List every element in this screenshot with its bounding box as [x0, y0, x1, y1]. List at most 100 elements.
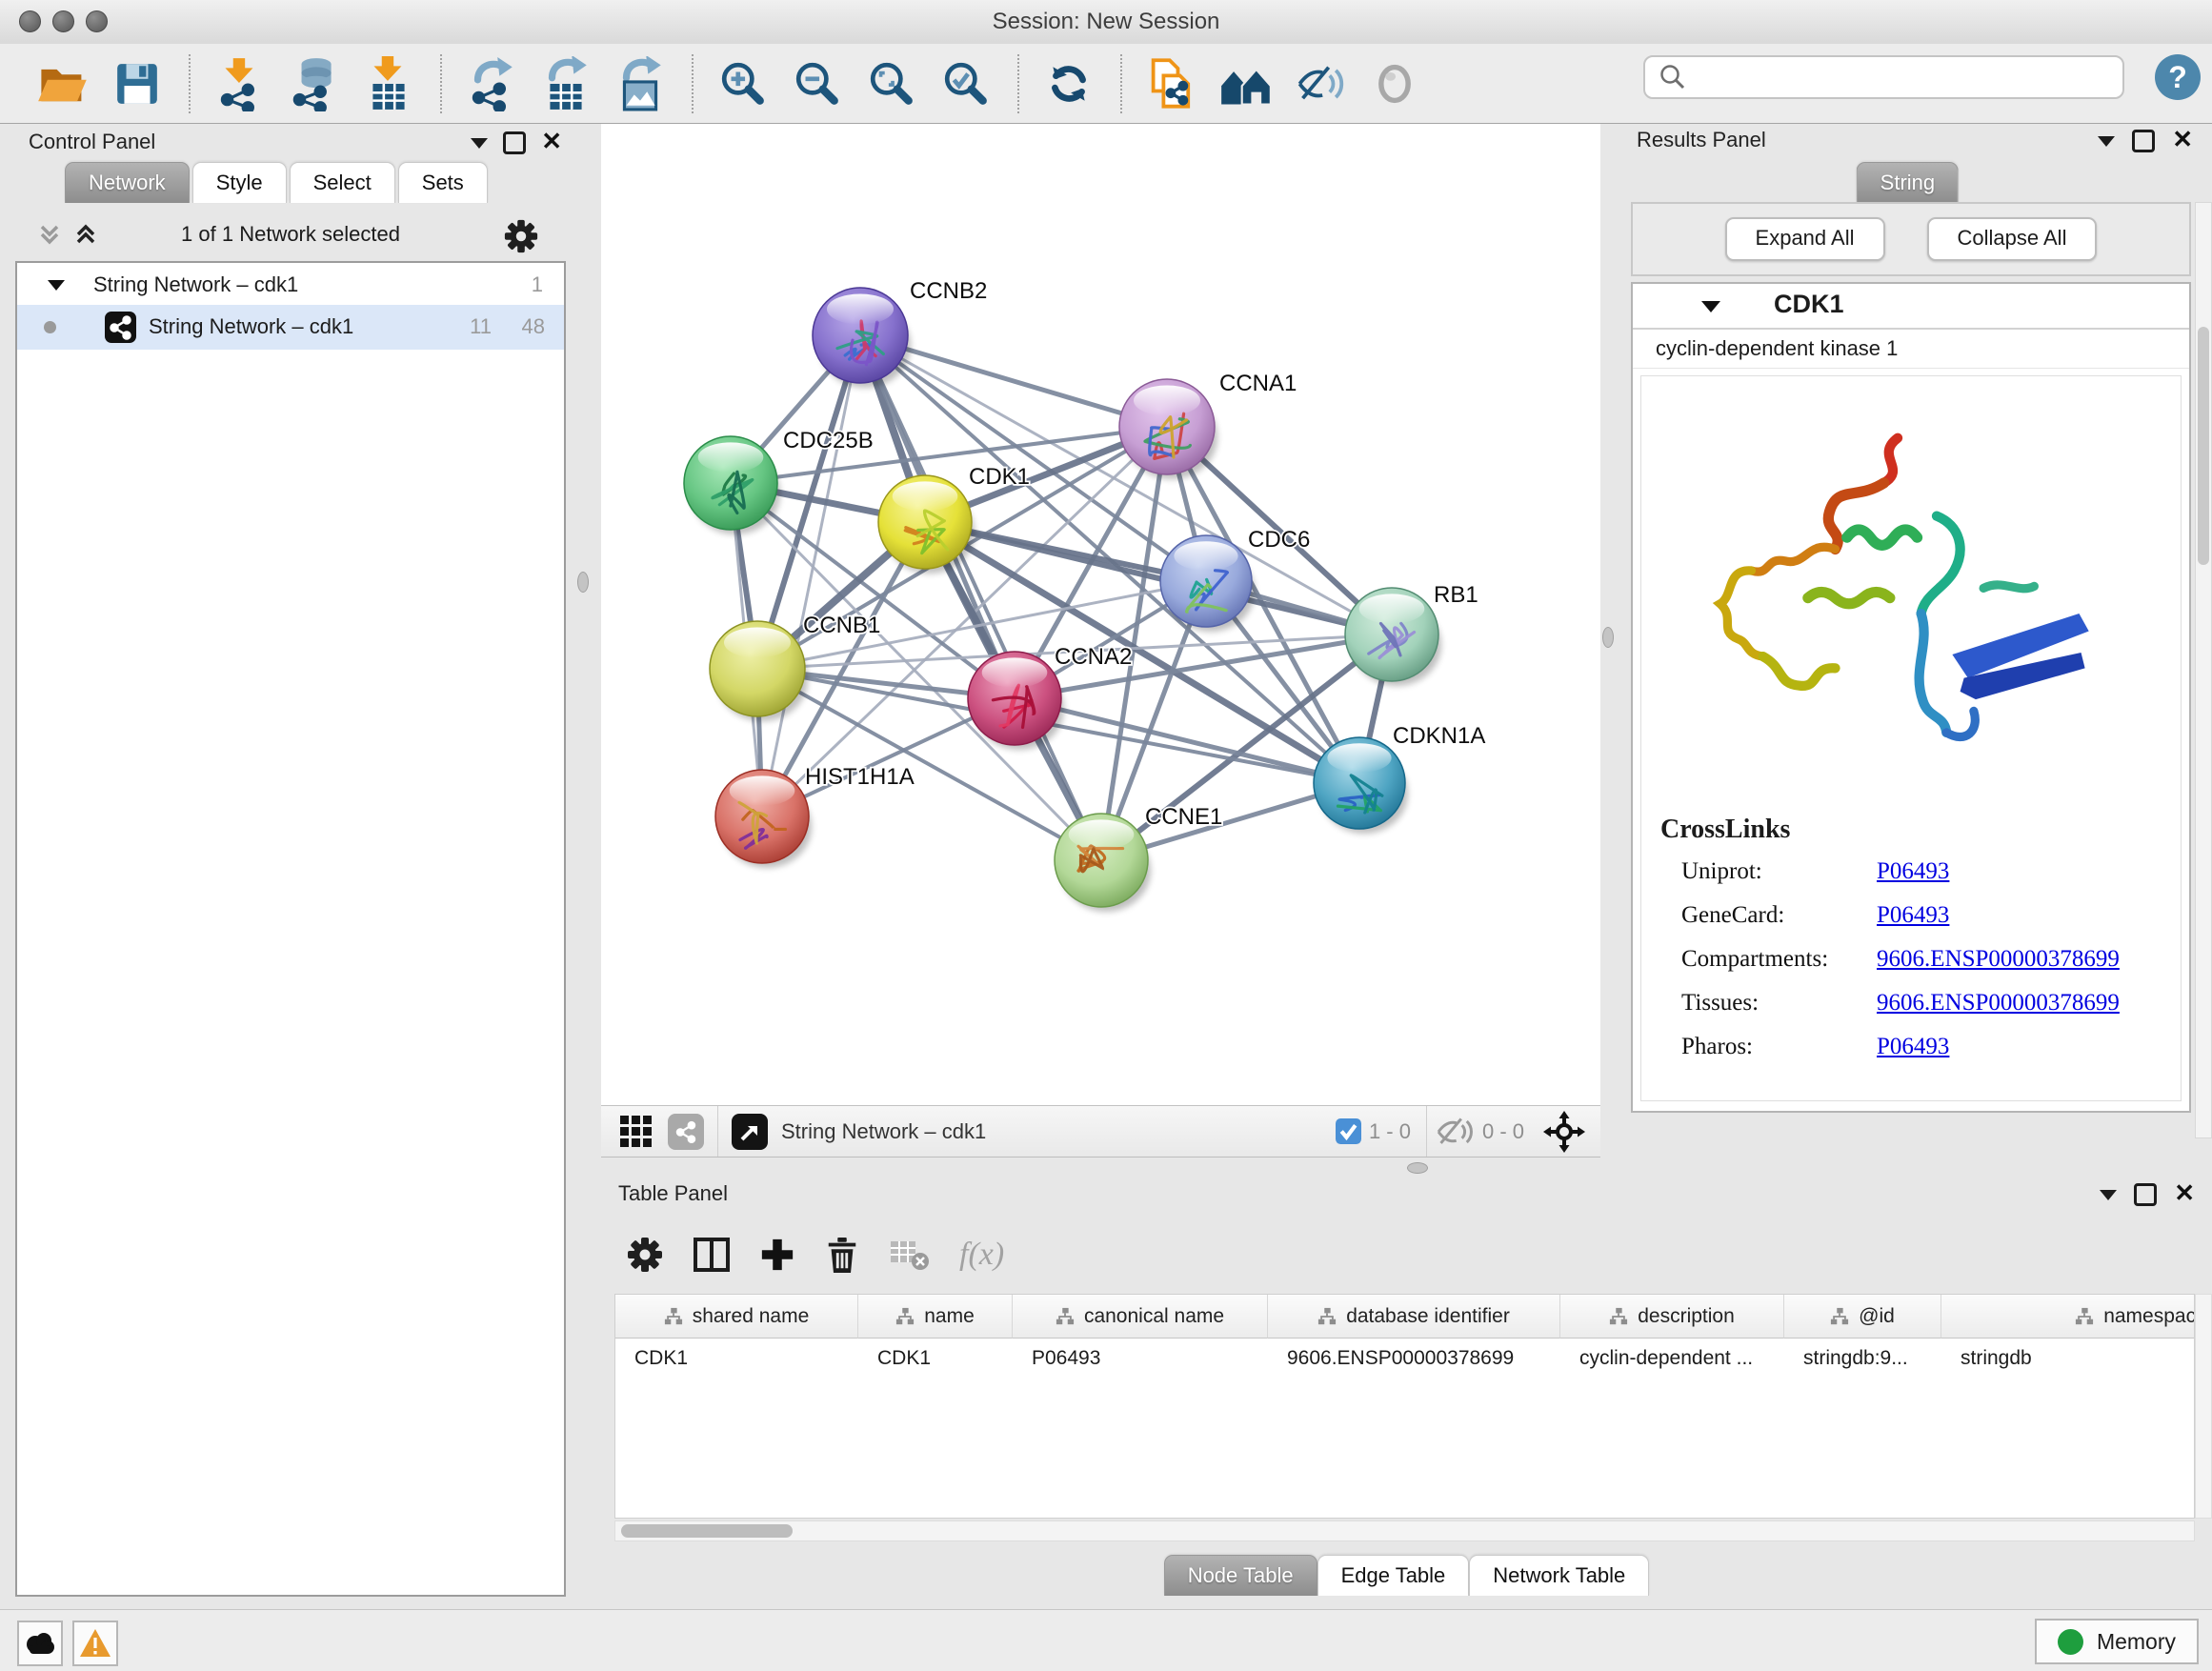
- cloud-icon: [24, 1631, 56, 1656]
- clone-network-button[interactable]: [1141, 51, 1202, 116]
- panel-menu-icon[interactable]: [2100, 1190, 2117, 1200]
- panel-menu-icon[interactable]: [2098, 136, 2115, 147]
- tab-sets[interactable]: Sets: [398, 162, 488, 203]
- selected-checkbox-icon[interactable]: [1336, 1118, 1361, 1144]
- network-node-rb1[interactable]: RB1: [1345, 582, 1478, 686]
- memory-button[interactable]: Memory: [2035, 1619, 2199, 1664]
- network-edge-ccna2-cdkn1a[interactable]: [1015, 698, 1359, 783]
- search-input[interactable]: [1697, 64, 2122, 91]
- table-panel: Table Panel ✕: [601, 1178, 2212, 1601]
- import-table-button[interactable]: [358, 51, 419, 116]
- export-image-button[interactable]: [610, 51, 671, 116]
- network-node-cdkn1a[interactable]: CDKN1A: [1314, 723, 1485, 834]
- horizontal-splitter-grip[interactable]: [1407, 1162, 1428, 1174]
- network-badge-icon[interactable]: [668, 1114, 704, 1150]
- crosslink-value-link[interactable]: 9606.ENSP00000378699: [1877, 946, 2120, 972]
- zoom-selected-button[interactable]: [935, 51, 996, 116]
- panel-close-icon[interactable]: ✕: [541, 128, 562, 154]
- tree-expand-caret-icon[interactable]: [48, 280, 65, 291]
- crosslink-value-link[interactable]: P06493: [1877, 902, 1949, 928]
- crosslink-value-link[interactable]: P06493: [1877, 858, 1949, 884]
- warnings-button[interactable]: [72, 1621, 118, 1666]
- first-neighbors-button[interactable]: [1216, 51, 1277, 116]
- panel-close-icon[interactable]: ✕: [2174, 1179, 2195, 1206]
- export-network-button[interactable]: [461, 51, 522, 116]
- show-columns-icon[interactable]: [693, 1236, 731, 1274]
- gear-icon[interactable]: [626, 1236, 664, 1274]
- tab-network-table[interactable]: Network Table: [1469, 1555, 1649, 1596]
- tab-node-table[interactable]: Node Table: [1164, 1555, 1317, 1596]
- cloud-status-button[interactable]: [17, 1621, 63, 1666]
- show-all-button[interactable]: [1364, 51, 1425, 116]
- gene-section-header[interactable]: CDK1: [1633, 284, 2189, 330]
- column-header-id[interactable]: @id: [1784, 1295, 1941, 1339]
- network-node-hist1h1a[interactable]: HIST1H1A: [715, 764, 915, 868]
- network-node-cdc6[interactable]: CDC6: [1160, 527, 1310, 632]
- column-header-database-identifier[interactable]: database identifier: [1268, 1295, 1560, 1339]
- cell-name: CDK1: [858, 1339, 1013, 1379]
- network-collection-row[interactable]: String Network – cdk1 1: [17, 263, 564, 305]
- gear-icon[interactable]: [503, 218, 539, 254]
- import-network-button[interactable]: [210, 51, 271, 116]
- tab-select[interactable]: Select: [290, 162, 395, 203]
- crosslink-value-link[interactable]: 9606.ENSP00000378699: [1877, 990, 2120, 1016]
- network-node-ccnb1[interactable]: CCNB1: [710, 613, 880, 721]
- open-session-button[interactable]: [32, 51, 93, 116]
- network-edge-cdk1-rb1[interactable]: [925, 522, 1392, 634]
- string-network-icon: [105, 312, 136, 343]
- column-header-shared-name[interactable]: shared name: [615, 1295, 858, 1339]
- table-vertical-scrollbar[interactable]: [2195, 1294, 2212, 1519]
- tab-edge-table[interactable]: Edge Table: [1317, 1555, 1470, 1596]
- import-network-from-database-button[interactable]: [284, 51, 345, 116]
- delete-column-trash-icon[interactable]: [824, 1235, 860, 1275]
- network-edge-count: 48: [522, 314, 545, 339]
- results-scrollbar[interactable]: [2195, 202, 2212, 1138]
- add-column-icon[interactable]: [759, 1237, 795, 1273]
- help-button[interactable]: ?: [2155, 54, 2201, 100]
- panel-close-icon[interactable]: ✕: [2172, 126, 2193, 152]
- panel-menu-icon[interactable]: [471, 138, 488, 149]
- warning-icon: [79, 1628, 111, 1659]
- collapse-all-button[interactable]: Collapse All: [1927, 217, 2098, 261]
- export-table-button[interactable]: [535, 51, 596, 116]
- zoom-out-button[interactable]: [787, 51, 848, 116]
- column-header-namespace[interactable]: namespace: [1941, 1295, 2195, 1339]
- hide-selected-button[interactable]: [1290, 51, 1351, 116]
- tab-network[interactable]: Network: [65, 162, 190, 203]
- table-horizontal-scrollbar-thumb[interactable]: [621, 1524, 793, 1538]
- birds-eye-crosshair-icon[interactable]: [1543, 1111, 1585, 1153]
- panel-float-icon[interactable]: [503, 131, 526, 154]
- vertical-splitter-grip[interactable]: [577, 572, 589, 593]
- section-collapse-caret-icon[interactable]: [1701, 301, 1720, 312]
- table-row[interactable]: CDK1CDK1P064939606.ENSP00000378699cyclin…: [615, 1339, 2194, 1379]
- table-horizontal-scrollbar[interactable]: [614, 1520, 2195, 1541]
- cell-canonical-name: P06493: [1013, 1339, 1268, 1379]
- results-panel-header: Results Panel ✕: [1619, 124, 2212, 158]
- zoom-in-button[interactable]: [713, 51, 774, 116]
- expand-all-button[interactable]: Expand All: [1725, 217, 1885, 261]
- network-node-cdk1[interactable]: CDK1: [878, 464, 1030, 574]
- panel-float-icon[interactable]: [2134, 1183, 2157, 1206]
- tab-string[interactable]: String: [1857, 162, 1959, 203]
- column-header-name[interactable]: name: [858, 1295, 1013, 1339]
- column-header-canonical-name[interactable]: canonical name: [1013, 1295, 1268, 1339]
- network-node-ccne1[interactable]: CCNE1: [1055, 804, 1222, 912]
- refresh-button[interactable]: [1038, 51, 1099, 116]
- zoom-selected-icon: [942, 60, 990, 108]
- network-node-ccnb2[interactable]: CCNB2: [813, 278, 987, 388]
- results-scrollbar-thumb[interactable]: [2198, 327, 2209, 565]
- column-header-description[interactable]: description: [1560, 1295, 1784, 1339]
- network-row-selected[interactable]: String Network – cdk1 11 48: [17, 305, 564, 350]
- hide-eye-icon: [1296, 63, 1345, 105]
- network-view-canvas[interactable]: CCNB2CCNA1CDC25BCDK1CDC6RB1CCNB1CCNA2CDK…: [601, 124, 1600, 1105]
- vertical-splitter-grip[interactable]: [1602, 627, 1614, 648]
- save-session-button[interactable]: [107, 51, 168, 116]
- open-in-window-icon[interactable]: [732, 1114, 768, 1150]
- grid-view-icon[interactable]: [618, 1114, 654, 1150]
- crosslink-value-link[interactable]: P06493: [1877, 1034, 1949, 1059]
- panel-float-icon[interactable]: [2132, 130, 2155, 152]
- zoom-fit-button[interactable]: [861, 51, 922, 116]
- tab-style[interactable]: Style: [192, 162, 287, 203]
- network-edge-ccnb2-hist1h1a[interactable]: [762, 335, 860, 816]
- search-field[interactable]: [1643, 55, 2124, 99]
